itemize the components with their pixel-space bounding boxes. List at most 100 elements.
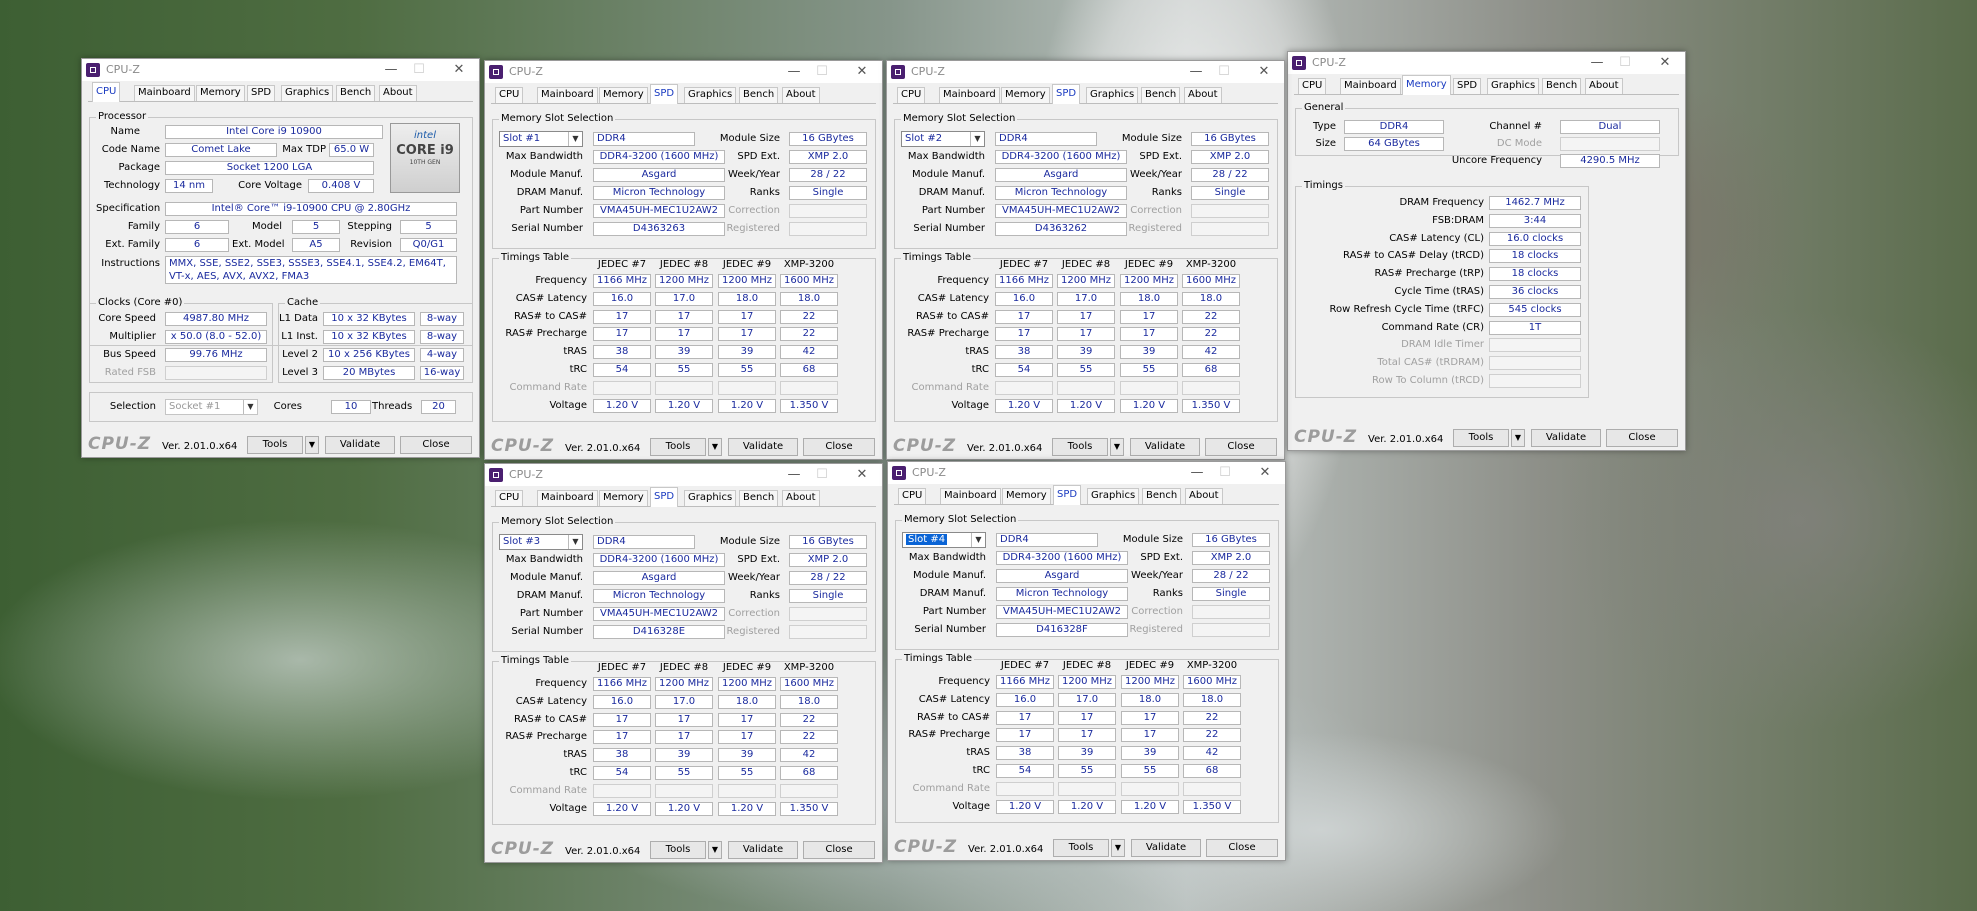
tab-bench[interactable]: Bench xyxy=(336,85,376,101)
tools-dropdown-icon[interactable]: ▼ xyxy=(708,841,722,859)
title-bar[interactable]: CPU-Z — ☐ ✕ xyxy=(888,462,1285,484)
tab-graphics[interactable]: Graphics xyxy=(1086,87,1139,103)
tools-dropdown-icon[interactable]: ▼ xyxy=(1110,438,1124,456)
tools-dropdown-icon[interactable]: ▼ xyxy=(708,438,722,456)
tab-bench[interactable]: Bench xyxy=(739,490,779,506)
tab-cpu[interactable]: CPU xyxy=(92,82,121,102)
socket-select[interactable]: Socket #1 ▼ xyxy=(165,399,258,415)
tools-button[interactable]: Tools xyxy=(1053,839,1109,857)
tab-memory[interactable]: Memory xyxy=(599,87,648,103)
title-bar[interactable]: CPU-Z — ☐ ✕ xyxy=(485,61,882,83)
tab-spd[interactable]: SPD xyxy=(1052,84,1081,104)
tools-dropdown-icon[interactable]: ▼ xyxy=(305,436,319,454)
tools-button[interactable]: Tools xyxy=(650,841,706,859)
slot-select[interactable]: Slot #4 ▼ xyxy=(902,532,986,548)
validate-button[interactable]: Validate xyxy=(1531,429,1601,447)
tab-memory[interactable]: Memory xyxy=(196,85,245,101)
tab-about[interactable]: About xyxy=(1585,78,1623,94)
close-button[interactable]: Close xyxy=(1205,438,1277,456)
close-button[interactable]: Close xyxy=(1206,839,1278,857)
close-icon[interactable]: ✕ xyxy=(447,61,471,79)
slot-select[interactable]: Slot #3 ▼ xyxy=(499,534,583,550)
tab-spd[interactable]: SPD xyxy=(1453,78,1482,94)
tools-button[interactable]: Tools xyxy=(1052,438,1108,456)
tab-memory[interactable]: Memory xyxy=(1002,488,1051,504)
tab-cpu[interactable]: CPU xyxy=(898,488,927,504)
tab-memory[interactable]: Memory xyxy=(1001,87,1050,103)
tab-graphics[interactable]: Graphics xyxy=(1087,488,1140,504)
tools-dropdown-icon[interactable]: ▼ xyxy=(1511,429,1525,447)
slot-select[interactable]: Slot #2 ▼ xyxy=(901,131,985,147)
tab-cpu[interactable]: CPU xyxy=(1298,78,1327,94)
timings-row-label: Frequency xyxy=(938,676,990,687)
tab-spd[interactable]: SPD xyxy=(247,85,276,101)
timings-cell: 22 xyxy=(1182,327,1240,342)
timings-cell: 17.0 xyxy=(655,694,713,709)
close-button[interactable]: Close xyxy=(400,436,472,454)
tab-spd[interactable]: SPD xyxy=(650,487,679,507)
tab-mainboard[interactable]: Mainboard xyxy=(939,87,1000,103)
timings-cell: 1.20 V xyxy=(1120,398,1178,413)
validate-button[interactable]: Validate xyxy=(1130,438,1200,456)
tab-mainboard[interactable]: Mainboard xyxy=(537,490,598,506)
tab-about[interactable]: About xyxy=(1184,87,1222,103)
minimize-icon[interactable]: — xyxy=(379,61,403,79)
close-icon[interactable]: ✕ xyxy=(1653,54,1677,72)
validate-button[interactable]: Validate xyxy=(728,841,798,859)
slot-select[interactable]: Slot #1 ▼ xyxy=(499,131,583,147)
tab-about[interactable]: About xyxy=(782,490,820,506)
close-icon[interactable]: ✕ xyxy=(1253,464,1277,482)
tab-about[interactable]: About xyxy=(379,85,417,101)
l3-label: Level 3 xyxy=(282,367,318,378)
minimize-icon[interactable]: — xyxy=(782,63,806,81)
tab-mainboard[interactable]: Mainboard xyxy=(537,87,598,103)
title-bar[interactable]: CPU-Z — ☐ ✕ xyxy=(485,464,882,486)
close-icon[interactable]: ✕ xyxy=(850,466,874,484)
minimize-icon[interactable]: — xyxy=(1585,54,1609,72)
title-bar[interactable]: CPU-Z — ☐ ✕ xyxy=(82,59,479,81)
minimize-icon[interactable]: — xyxy=(1184,63,1208,81)
tab-graphics[interactable]: Graphics xyxy=(684,87,737,103)
tab-spd[interactable]: SPD xyxy=(650,84,679,104)
tab-graphics[interactable]: Graphics xyxy=(281,85,334,101)
technology-value: 14 nm xyxy=(165,179,213,193)
l1i-way: 8-way xyxy=(420,330,464,344)
minimize-icon[interactable]: — xyxy=(782,466,806,484)
tab-mainboard[interactable]: Mainboard xyxy=(134,85,195,101)
tab-mainboard[interactable]: Mainboard xyxy=(940,488,1001,504)
close-button[interactable]: Close xyxy=(803,841,875,859)
tools-dropdown-icon[interactable]: ▼ xyxy=(1111,839,1125,857)
close-icon[interactable]: ✕ xyxy=(850,63,874,81)
tab-bench[interactable]: Bench xyxy=(739,87,779,103)
tab-memory[interactable]: Memory xyxy=(599,490,648,506)
title-bar[interactable]: CPU-Z — ☐ ✕ xyxy=(887,61,1284,83)
tab-mainboard[interactable]: Mainboard xyxy=(1340,78,1401,94)
tab-about[interactable]: About xyxy=(1185,488,1223,504)
tab-bench[interactable]: Bench xyxy=(1141,87,1181,103)
group-title: Timings Table xyxy=(499,655,572,666)
tab-memory[interactable]: Memory xyxy=(1402,75,1451,95)
tools-button[interactable]: Tools xyxy=(1453,429,1509,447)
dram-manuf-label: DRAM Manuf. xyxy=(919,588,986,599)
tab-bench[interactable]: Bench xyxy=(1142,488,1182,504)
validate-button[interactable]: Validate xyxy=(325,436,395,454)
correction-label: Correction xyxy=(1130,205,1182,216)
tab-graphics[interactable]: Graphics xyxy=(1487,78,1540,94)
close-icon[interactable]: ✕ xyxy=(1252,63,1276,81)
minimize-icon[interactable]: — xyxy=(1185,464,1209,482)
title-bar[interactable]: CPU-Z — ☐ ✕ xyxy=(1288,52,1685,74)
close-button[interactable]: Close xyxy=(803,438,875,456)
tab-spd[interactable]: SPD xyxy=(1053,485,1082,505)
tab-graphics[interactable]: Graphics xyxy=(684,490,737,506)
tools-button[interactable]: Tools xyxy=(247,436,303,454)
close-button[interactable]: Close xyxy=(1606,429,1678,447)
tab-cpu[interactable]: CPU xyxy=(495,490,524,506)
tab-cpu[interactable]: CPU xyxy=(495,87,524,103)
cpuz-footer-logo: CPU-Z xyxy=(1294,427,1358,447)
validate-button[interactable]: Validate xyxy=(728,438,798,456)
tab-about[interactable]: About xyxy=(782,87,820,103)
validate-button[interactable]: Validate xyxy=(1131,839,1201,857)
tools-button[interactable]: Tools xyxy=(650,438,706,456)
tab-bench[interactable]: Bench xyxy=(1542,78,1582,94)
tab-cpu[interactable]: CPU xyxy=(897,87,926,103)
